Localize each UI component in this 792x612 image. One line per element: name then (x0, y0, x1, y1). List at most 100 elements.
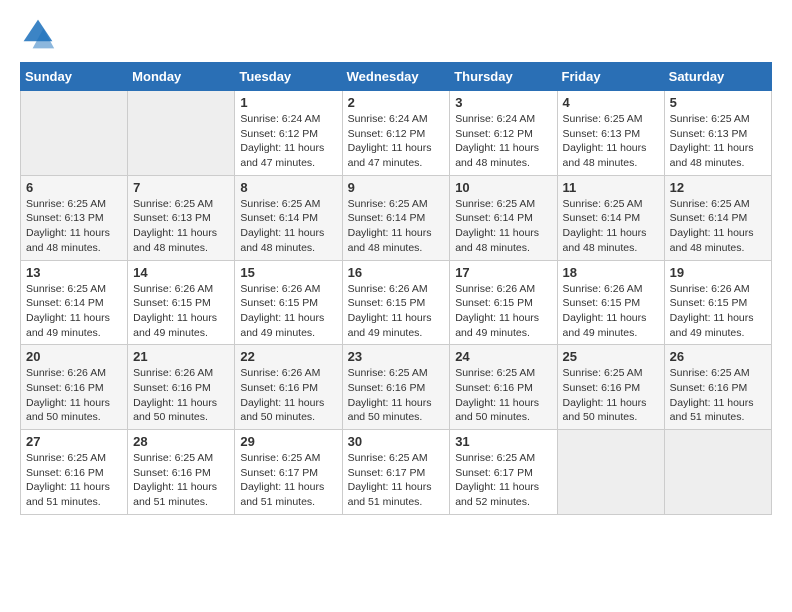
calendar-cell: 22 Sunrise: 6:26 AM Sunset: 6:16 PM Dayli… (235, 345, 342, 430)
calendar-cell (21, 91, 128, 176)
day-number: 1 (240, 95, 336, 110)
day-number: 2 (348, 95, 445, 110)
day-info: Sunrise: 6:25 AM Sunset: 6:16 PM Dayligh… (348, 366, 445, 425)
day-number: 9 (348, 180, 445, 195)
day-info: Sunrise: 6:25 AM Sunset: 6:13 PM Dayligh… (26, 197, 122, 256)
calendar-cell: 18 Sunrise: 6:26 AM Sunset: 6:15 PM Dayli… (557, 260, 664, 345)
day-number: 31 (455, 434, 551, 449)
day-number: 13 (26, 265, 122, 280)
calendar-cell (664, 430, 771, 515)
day-info: Sunrise: 6:25 AM Sunset: 6:16 PM Dayligh… (455, 366, 551, 425)
calendar-cell: 13 Sunrise: 6:25 AM Sunset: 6:14 PM Dayli… (21, 260, 128, 345)
day-info: Sunrise: 6:25 AM Sunset: 6:14 PM Dayligh… (26, 282, 122, 341)
calendar-cell: 23 Sunrise: 6:25 AM Sunset: 6:16 PM Dayli… (342, 345, 450, 430)
calendar-week-5: 27Sunrise: 6:25 AM Sunset: 6:16 PM Dayli… (21, 430, 772, 515)
calendar-week-2: 6 Sunrise: 6:25 AM Sunset: 6:13 PM Daylig… (21, 175, 772, 260)
calendar-cell: 28 Sunrise: 6:25 AM Sunset: 6:16 PM Dayli… (128, 430, 235, 515)
day-info: Sunrise: 6:25 AM Sunset: 6:14 PM Dayligh… (240, 197, 336, 256)
header-tuesday: Tuesday (235, 63, 342, 91)
calendar-week-1: 1 Sunrise: 6:24 AM Sunset: 6:12 PM Daylig… (21, 91, 772, 176)
calendar-cell: 20 Sunrise: 6:26 AM Sunset: 6:16 PM Dayli… (21, 345, 128, 430)
day-info: Sunrise: 6:25 AM Sunset: 6:14 PM Dayligh… (670, 197, 766, 256)
day-number: 20 (26, 349, 122, 364)
day-info: Sunrise: 6:25 AM Sunset: 6:16 PM Dayligh… (670, 366, 766, 425)
header-wednesday: Wednesday (342, 63, 450, 91)
day-number: 6 (26, 180, 122, 195)
calendar-cell: 26Sunrise: 6:25 AM Sunset: 6:16 PM Dayli… (664, 345, 771, 430)
calendar-week-3: 13 Sunrise: 6:25 AM Sunset: 6:14 PM Dayli… (21, 260, 772, 345)
day-info: Sunrise: 6:26 AM Sunset: 6:15 PM Dayligh… (348, 282, 445, 341)
day-info: Sunrise: 6:26 AM Sunset: 6:16 PM Dayligh… (133, 366, 229, 425)
calendar-cell: 4Sunrise: 6:25 AM Sunset: 6:13 PM Daylig… (557, 91, 664, 176)
calendar-cell: 3 Sunrise: 6:24 AM Sunset: 6:12 PM Daylig… (450, 91, 557, 176)
calendar-cell: 19Sunrise: 6:26 AM Sunset: 6:15 PM Dayli… (664, 260, 771, 345)
page-header (20, 16, 772, 52)
day-info: Sunrise: 6:26 AM Sunset: 6:15 PM Dayligh… (240, 282, 336, 341)
header-saturday: Saturday (664, 63, 771, 91)
day-number: 25 (563, 349, 659, 364)
day-info: Sunrise: 6:25 AM Sunset: 6:13 PM Dayligh… (563, 112, 659, 171)
day-info: Sunrise: 6:25 AM Sunset: 6:16 PM Dayligh… (133, 451, 229, 510)
calendar-cell: 1 Sunrise: 6:24 AM Sunset: 6:12 PM Daylig… (235, 91, 342, 176)
header-sunday: Sunday (21, 63, 128, 91)
calendar-cell: 7Sunrise: 6:25 AM Sunset: 6:13 PM Daylig… (128, 175, 235, 260)
logo-icon (20, 16, 56, 52)
day-info: Sunrise: 6:26 AM Sunset: 6:15 PM Dayligh… (133, 282, 229, 341)
day-number: 22 (240, 349, 336, 364)
day-number: 18 (563, 265, 659, 280)
calendar-cell: 11 Sunrise: 6:25 AM Sunset: 6:14 PM Dayli… (557, 175, 664, 260)
calendar-cell: 29 Sunrise: 6:25 AM Sunset: 6:17 PM Dayli… (235, 430, 342, 515)
day-info: Sunrise: 6:25 AM Sunset: 6:14 PM Dayligh… (563, 197, 659, 256)
calendar-table: SundayMondayTuesdayWednesdayThursdayFrid… (20, 62, 772, 515)
calendar-cell: 10 Sunrise: 6:25 AM Sunset: 6:14 PM Dayli… (450, 175, 557, 260)
day-number: 8 (240, 180, 336, 195)
calendar-cell: 21 Sunrise: 6:26 AM Sunset: 6:16 PM Dayli… (128, 345, 235, 430)
calendar-header-row: SundayMondayTuesdayWednesdayThursdayFrid… (21, 63, 772, 91)
day-number: 28 (133, 434, 229, 449)
logo (20, 16, 62, 52)
day-info: Sunrise: 6:26 AM Sunset: 6:16 PM Dayligh… (240, 366, 336, 425)
day-number: 10 (455, 180, 551, 195)
calendar-cell: 25 Sunrise: 6:25 AM Sunset: 6:16 PM Dayli… (557, 345, 664, 430)
day-info: Sunrise: 6:24 AM Sunset: 6:12 PM Dayligh… (348, 112, 445, 171)
day-number: 16 (348, 265, 445, 280)
day-number: 11 (563, 180, 659, 195)
day-info: Sunrise: 6:25 AM Sunset: 6:14 PM Dayligh… (455, 197, 551, 256)
calendar-cell: 16 Sunrise: 6:26 AM Sunset: 6:15 PM Dayli… (342, 260, 450, 345)
header-monday: Monday (128, 63, 235, 91)
calendar-cell: 5Sunrise: 6:25 AM Sunset: 6:13 PM Daylig… (664, 91, 771, 176)
calendar-cell: 14 Sunrise: 6:26 AM Sunset: 6:15 PM Dayli… (128, 260, 235, 345)
day-info: Sunrise: 6:25 AM Sunset: 6:17 PM Dayligh… (348, 451, 445, 510)
day-info: Sunrise: 6:25 AM Sunset: 6:17 PM Dayligh… (240, 451, 336, 510)
calendar-cell: 30 Sunrise: 6:25 AM Sunset: 6:17 PM Dayli… (342, 430, 450, 515)
calendar-cell: 15Sunrise: 6:26 AM Sunset: 6:15 PM Dayli… (235, 260, 342, 345)
day-number: 21 (133, 349, 229, 364)
calendar-cell: 17Sunrise: 6:26 AM Sunset: 6:15 PM Dayli… (450, 260, 557, 345)
day-info: Sunrise: 6:24 AM Sunset: 6:12 PM Dayligh… (455, 112, 551, 171)
day-number: 14 (133, 265, 229, 280)
day-info: Sunrise: 6:25 AM Sunset: 6:14 PM Dayligh… (348, 197, 445, 256)
day-number: 23 (348, 349, 445, 364)
day-info: Sunrise: 6:25 AM Sunset: 6:13 PM Dayligh… (670, 112, 766, 171)
day-number: 29 (240, 434, 336, 449)
day-number: 12 (670, 180, 766, 195)
calendar-cell: 27Sunrise: 6:25 AM Sunset: 6:16 PM Dayli… (21, 430, 128, 515)
calendar-week-4: 20 Sunrise: 6:26 AM Sunset: 6:16 PM Dayli… (21, 345, 772, 430)
day-info: Sunrise: 6:25 AM Sunset: 6:16 PM Dayligh… (563, 366, 659, 425)
header-friday: Friday (557, 63, 664, 91)
calendar-cell: 9 Sunrise: 6:25 AM Sunset: 6:14 PM Daylig… (342, 175, 450, 260)
calendar-cell: 2 Sunrise: 6:24 AM Sunset: 6:12 PM Daylig… (342, 91, 450, 176)
calendar-cell (557, 430, 664, 515)
day-number: 30 (348, 434, 445, 449)
day-info: Sunrise: 6:26 AM Sunset: 6:15 PM Dayligh… (563, 282, 659, 341)
day-number: 3 (455, 95, 551, 110)
calendar-cell: 24Sunrise: 6:25 AM Sunset: 6:16 PM Dayli… (450, 345, 557, 430)
day-info: Sunrise: 6:26 AM Sunset: 6:16 PM Dayligh… (26, 366, 122, 425)
day-info: Sunrise: 6:25 AM Sunset: 6:16 PM Dayligh… (26, 451, 122, 510)
header-thursday: Thursday (450, 63, 557, 91)
day-info: Sunrise: 6:25 AM Sunset: 6:17 PM Dayligh… (455, 451, 551, 510)
calendar-cell: 6 Sunrise: 6:25 AM Sunset: 6:13 PM Daylig… (21, 175, 128, 260)
day-info: Sunrise: 6:26 AM Sunset: 6:15 PM Dayligh… (670, 282, 766, 341)
calendar-cell (128, 91, 235, 176)
day-info: Sunrise: 6:24 AM Sunset: 6:12 PM Dayligh… (240, 112, 336, 171)
